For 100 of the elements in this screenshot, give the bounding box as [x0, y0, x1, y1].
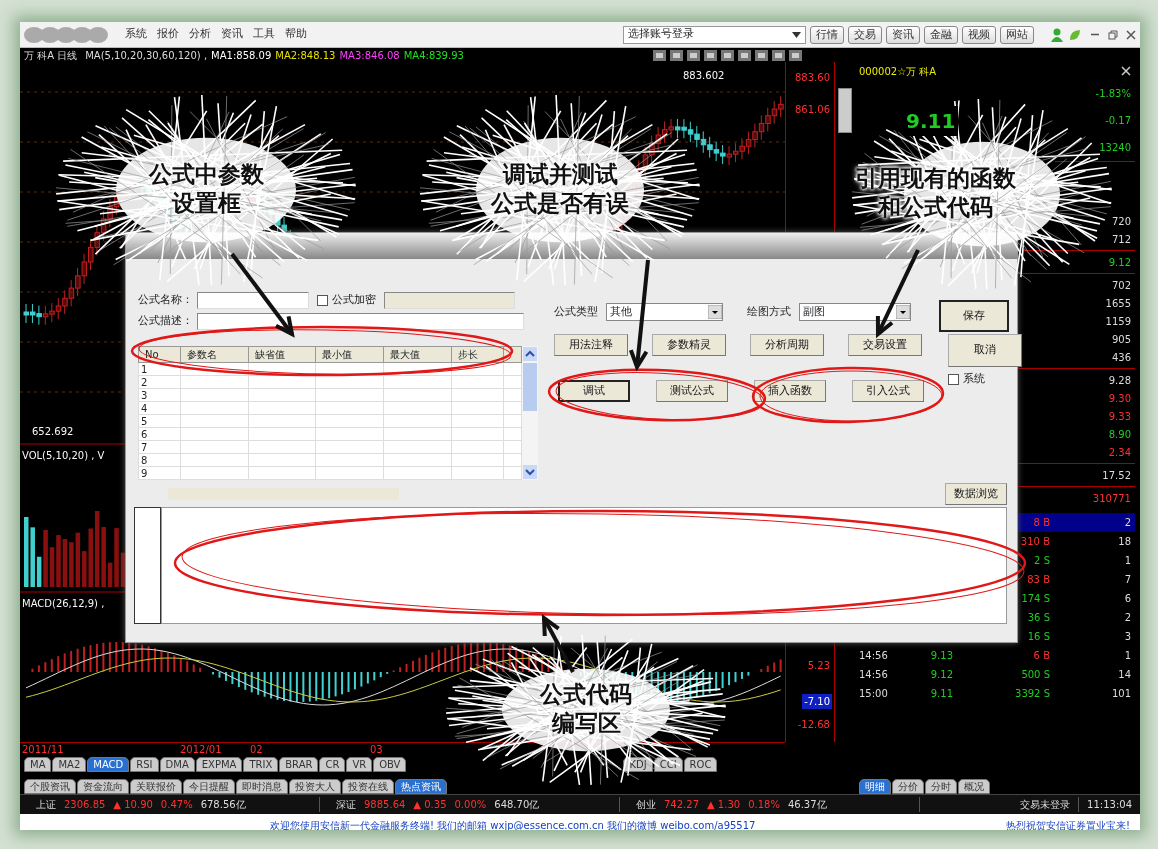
tick-volume: 2 S [1034, 554, 1050, 568]
leaf-icon [1068, 27, 1082, 42]
chart-tool-icon [687, 49, 700, 61]
cancel-button[interactable]: 取消 [948, 334, 1022, 367]
date-label: 2011/11 [22, 743, 64, 757]
tick-count: 3 [1124, 630, 1132, 644]
quote-value: 13240 [1099, 141, 1131, 155]
toolbar-button[interactable]: 资讯 [886, 25, 920, 44]
indicator-title: VOL(5,10,20) , V [22, 449, 105, 463]
dialog-button[interactable]: 参数精灵 [652, 334, 726, 356]
info-tab[interactable]: 个股资讯 [24, 779, 76, 794]
indicator-tab[interactable]: OBV [373, 757, 407, 772]
tick-volume: 8 B [1033, 516, 1050, 530]
field-label: 公式名称： [138, 292, 193, 309]
menu-item[interactable]: 工具 [248, 26, 280, 43]
toolbar-button[interactable]: 金融 [924, 25, 958, 44]
menu-item[interactable]: 资讯 [216, 26, 248, 43]
indicator-tab[interactable]: BRAR [279, 757, 319, 772]
index-amount: 648.70亿 [494, 798, 540, 812]
annotation-text: 调试并测试 公式是否有误 [489, 160, 630, 218]
scrollbar[interactable] [522, 346, 538, 480]
indicator-tab[interactable]: MA [24, 757, 52, 772]
info-tab[interactable]: 投资在线 [342, 779, 394, 794]
chart-tool-icon [721, 49, 734, 61]
ma-value: MA4:839.93 [403, 48, 464, 63]
indicator-tab[interactable]: DMA [159, 757, 195, 772]
checkbox[interactable] [317, 295, 328, 306]
chart-tool-icon [755, 49, 768, 61]
info-tab[interactable]: 资金流向 [77, 779, 129, 794]
checkbox[interactable] [948, 373, 959, 385]
toolbar-button[interactable]: 视频 [962, 25, 996, 44]
tick-volume: 6 B [1033, 649, 1050, 663]
info-tab[interactable]: 今日提醒 [183, 779, 235, 794]
quote-value: 712 [1111, 232, 1131, 247]
arrow [541, 613, 575, 673]
indicator-tab[interactable]: VR [346, 757, 373, 772]
quote-value: 310771 [1092, 491, 1131, 506]
tick-row[interactable]: 15:00 9.11 3392 S 101 [855, 684, 1135, 703]
info-tab[interactable]: 即时消息 [236, 779, 288, 794]
tick-row[interactable]: 14:56 9.12 500 S 14 [855, 665, 1135, 684]
formula-type-select[interactable]: 其他 [606, 303, 723, 321]
annotation-text: 公式代码 编写区 [538, 680, 633, 738]
toolbar-button[interactable]: 网站 [1000, 25, 1034, 44]
tick-volume: 3392 S [1015, 687, 1050, 701]
save-button[interactable]: 保存 [939, 300, 1009, 332]
indicator-tab[interactable]: MA2 [52, 757, 87, 772]
index-change: ▲ 1.30 [707, 798, 741, 812]
indicator-tab[interactable]: EXPMA [195, 757, 243, 772]
axis-label: 5.23 [806, 659, 831, 673]
indicator-tab[interactable]: CR [319, 757, 346, 772]
column-header: 步长 [451, 346, 504, 363]
dialog-button[interactable]: 用法注释 [554, 334, 628, 356]
password-field[interactable] [384, 292, 515, 309]
dialog-button[interactable]: 分析周期 [750, 334, 824, 356]
indicator-tab[interactable]: MACD [87, 757, 130, 772]
chart-tool-icon [653, 49, 666, 61]
toolbar-button[interactable]: 交易 [848, 25, 882, 44]
index-name: 上证 [36, 798, 56, 812]
tick-count: 7 [1124, 573, 1132, 587]
chart-title: 万 科A 日线 [24, 48, 78, 63]
field-label: 公式类型 [554, 303, 598, 320]
quote-tab[interactable]: 明细 [859, 779, 891, 794]
index-name: 深证 [336, 798, 356, 812]
tick-price: 9.13 [930, 649, 953, 663]
dialog-button[interactable]: 测试公式 [656, 380, 728, 402]
draw-mode-select[interactable]: 副图 [799, 303, 911, 321]
info-tab[interactable]: 关联报价 [130, 779, 182, 794]
tick-time: 14:56 [858, 668, 888, 682]
tick-time: 15:00 [858, 687, 888, 701]
menu-item[interactable]: 帮助 [280, 26, 312, 43]
tick-volume: 174 S [1021, 592, 1050, 606]
tick-row[interactable]: 14:56 9.13 6 B 1 [855, 646, 1135, 665]
dialog-button[interactable]: 引入公式 [852, 380, 924, 402]
dialog-button[interactable]: 交易设置 [848, 334, 922, 356]
quote-value: 1655 [1105, 296, 1131, 311]
toolbar-button[interactable]: 行情 [810, 25, 844, 44]
dialog-button[interactable]: 调试 [558, 380, 630, 402]
menu-item[interactable]: 报价 [152, 26, 184, 43]
info-tab[interactable]: 热点资讯 [395, 779, 447, 794]
column-header: 缺省值 [248, 346, 316, 363]
quote-tab[interactable]: 分价 [892, 779, 924, 794]
indicator-tab[interactable]: RSI [130, 757, 159, 772]
indicator-tab[interactable]: TRIX [243, 757, 279, 772]
data-browse-button[interactable]: 数据浏览 [945, 483, 1007, 505]
login-status: 交易未登录 [1019, 798, 1072, 812]
account-select[interactable]: 选择账号登录 [623, 25, 806, 44]
menu-item[interactable]: 分析 [184, 26, 216, 43]
chart-tool-icon [670, 49, 683, 61]
quote-value: 9.28 [1108, 373, 1131, 388]
indicator-tab[interactable]: ROC [683, 757, 718, 772]
menu-item[interactable]: 系统 [120, 26, 152, 43]
quote-value: 8.90 [1108, 427, 1131, 442]
person-icon [1050, 27, 1064, 42]
info-tab[interactable]: 投资大人 [289, 779, 341, 794]
minimize-icon [1090, 33, 1100, 36]
index-value: 2306.85 [64, 798, 106, 812]
quote-tab[interactable]: 分时 [925, 779, 957, 794]
formula-name-field[interactable] [197, 292, 309, 309]
restore-icon [1108, 29, 1118, 40]
quote-tab[interactable]: 概况 [958, 779, 990, 794]
